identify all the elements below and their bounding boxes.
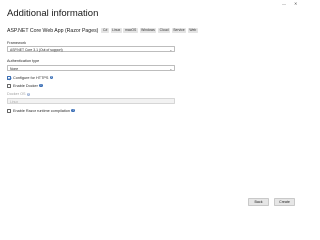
tag-web: Web <box>187 28 198 33</box>
tag-platform-linux: Linux <box>110 28 122 33</box>
back-button[interactable]: Back <box>248 198 269 206</box>
info-icon[interactable]: i <box>39 83 43 88</box>
razor-runtime-compilation-label: Enable Razor runtime compilation <box>13 108 70 113</box>
docker-os-label-text: Docker OS <box>7 92 26 96</box>
framework-value: ASP.NET Core 3.1 (Out of support) <box>10 48 63 53</box>
chevron-down-icon: ⌄ <box>169 47 173 52</box>
tag-service: Service <box>171 28 187 33</box>
razor-runtime-compilation-checkbox[interactable] <box>7 108 11 113</box>
configure-https-checkbox[interactable] <box>7 75 11 80</box>
window-title-bar: — ✕ <box>0 0 305 6</box>
tag-platform-windows: Windows <box>139 28 157 33</box>
docker-os-select: Linux <box>7 98 175 104</box>
enable-docker-label: Enable Docker <box>13 83 38 88</box>
info-icon[interactable]: i <box>26 93 31 97</box>
additional-information-dialog: — ✕ Additional information ASP.NET Core … <box>0 0 305 211</box>
info-icon[interactable]: i <box>71 108 75 113</box>
authentication-type-select[interactable]: None ⌄ <box>7 65 175 71</box>
configure-https-label: Configure for HTTPS <box>13 75 49 80</box>
tag-cloud: Cloud <box>158 28 171 33</box>
docker-os-value: Linux <box>10 100 19 105</box>
tag-platform-macos: macOS <box>123 28 138 33</box>
close-icon[interactable]: ✕ <box>294 2 297 6</box>
project-template-name: ASP.NET Core Web App (Razor Pages) <box>7 27 99 34</box>
enable-docker-checkbox[interactable] <box>7 83 11 88</box>
authentication-type-label: Authentication type <box>7 59 40 63</box>
minimize-icon[interactable]: — <box>282 2 286 6</box>
framework-select[interactable]: ASP.NET Core 3.1 (Out of support) ⌄ <box>7 46 175 52</box>
dialog-footer: Back Create <box>0 198 305 211</box>
info-icon[interactable]: i <box>49 75 54 80</box>
project-summary: ASP.NET Core Web App (Razor Pages) C# Li… <box>7 27 200 34</box>
page-title: Additional information <box>7 8 99 19</box>
tag-language: C# <box>101 28 109 33</box>
docker-os-label: Docker OS i <box>7 92 31 97</box>
authentication-type-value: None <box>10 67 19 72</box>
configure-https-option[interactable]: Configure for HTTPS i <box>7 75 54 80</box>
chevron-down-icon: ⌄ <box>169 66 173 71</box>
razor-runtime-compilation-option[interactable]: Enable Razor runtime compilation i <box>7 108 75 113</box>
enable-docker-option[interactable]: Enable Docker i <box>7 83 43 88</box>
framework-label: Framework <box>7 41 26 45</box>
create-button[interactable]: Create <box>274 198 295 206</box>
